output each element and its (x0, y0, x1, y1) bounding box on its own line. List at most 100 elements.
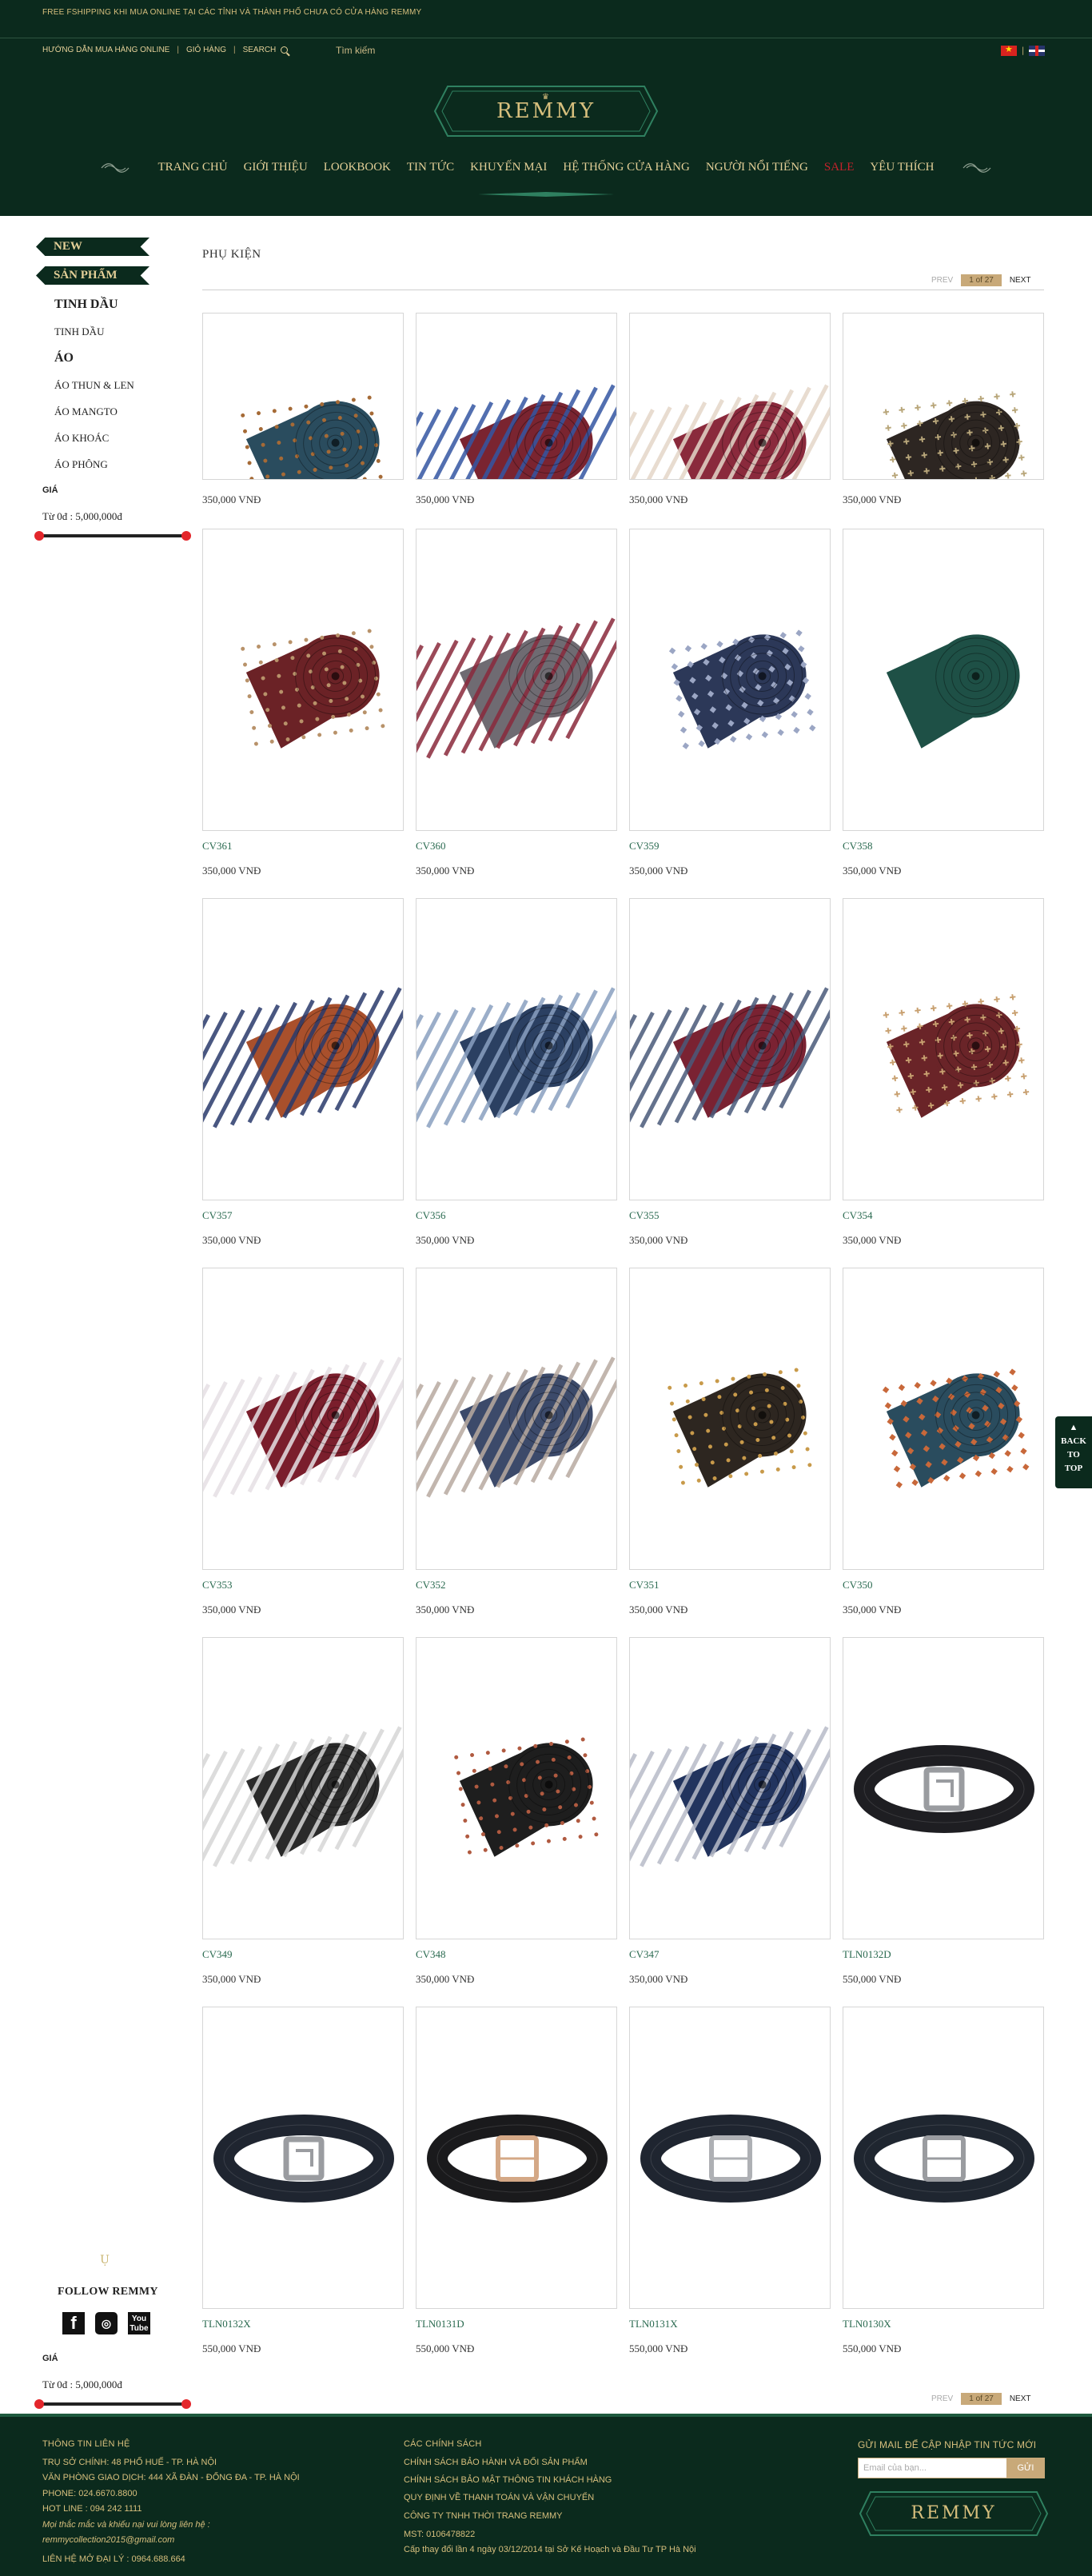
sidebar-new[interactable]: NEW (36, 238, 149, 256)
policy-link[interactable]: CHÍNH SÁCH BẢO MẬT THÔNG TIN KHÁCH HÀNG (404, 2475, 612, 2485)
instagram-icon[interactable]: ◎ (95, 2312, 118, 2334)
nav-celebrities[interactable]: NGƯỜI NỔI TIẾNG (706, 161, 808, 174)
product-code[interactable]: TLN0131X (629, 2318, 678, 2330)
search-icon[interactable] (281, 46, 289, 54)
product-code[interactable]: CV352 (416, 1579, 446, 1592)
product-code[interactable]: CV356 (416, 1209, 446, 1222)
tie-graphic (630, 381, 830, 479)
back-to-top-button[interactable]: ▲ BACK TO TOP (1055, 1416, 1092, 1488)
product-price: 350,000 VNĐ (629, 493, 688, 505)
price-slider-bottom[interactable] (34, 2399, 191, 2409)
nav-promotions[interactable]: KHUYẾN MẠI (470, 161, 547, 174)
product-image[interactable] (629, 898, 831, 1200)
product-image[interactable] (202, 1637, 404, 1939)
product-image[interactable] (416, 313, 617, 480)
product-code[interactable]: CV359 (629, 840, 660, 853)
product-code[interactable]: CV347 (629, 1948, 660, 1961)
product-image[interactable] (416, 898, 617, 1200)
product-image[interactable] (629, 1268, 831, 1570)
facebook-icon[interactable]: f (62, 2312, 85, 2334)
svg-text:✚: ✚ (1006, 1090, 1014, 1100)
sidebar-products[interactable]: SẢN PHẨM (36, 266, 149, 285)
sidebar-item-tinh-dau[interactable]: TINH DẦU (54, 298, 118, 312)
search-input[interactable] (336, 42, 448, 58)
product-image[interactable] (843, 1637, 1044, 1939)
product-code[interactable]: TLN0132X (202, 2318, 251, 2330)
product-image[interactable] (629, 2007, 831, 2309)
policy-link[interactable]: QUY ĐỊNH VỀ THANH TOÁN VÀ VẬN CHUYỂN (404, 2493, 594, 2502)
product-image[interactable] (202, 313, 404, 480)
nav-lookbook[interactable]: LOOKBOOK (324, 161, 391, 174)
youtube-icon[interactable]: You Tube (128, 2312, 150, 2334)
nav-favorites[interactable]: YÊU THÍCH (870, 161, 934, 174)
product-image[interactable] (629, 1637, 831, 1939)
nav-sale[interactable]: SALE (824, 161, 855, 174)
product-image[interactable] (202, 1268, 404, 1570)
product-image[interactable] (202, 898, 404, 1200)
contact-email[interactable]: remmycollection2015@gmail.com (42, 2535, 174, 2545)
product-image[interactable] (629, 313, 831, 480)
price-slider-min-handle[interactable] (34, 2399, 44, 2409)
price-slider-max-handle[interactable] (181, 2399, 191, 2409)
product-image[interactable] (843, 2007, 1044, 2309)
product-image[interactable] (629, 529, 831, 831)
sidebar-item-ao-khoac[interactable]: ÁO KHOÁC (54, 432, 109, 445)
price-slider[interactable] (34, 531, 191, 541)
product-image[interactable] (416, 1637, 617, 1939)
nav-home[interactable]: TRANG CHỦ (157, 161, 227, 174)
product-code[interactable]: CV353 (202, 1579, 233, 1592)
product-code[interactable]: CV349 (202, 1948, 233, 1961)
product-code[interactable]: CV358 (843, 840, 873, 853)
svg-text:✚: ✚ (977, 395, 985, 405)
pager-prev[interactable]: PREV (931, 276, 953, 285)
pager-next[interactable]: NEXT (1010, 276, 1031, 285)
product-code[interactable]: TLN0130X (843, 2318, 891, 2330)
price-slider-max-handle[interactable] (181, 531, 191, 541)
product-image[interactable] (202, 529, 404, 831)
nav-stores[interactable]: HỆ THỐNG CỬA HÀNG (563, 161, 689, 174)
svg-text:✚: ✚ (914, 1007, 922, 1016)
nav-about[interactable]: GIỚI THIỆU (244, 161, 308, 174)
sidebar-item-ao-phong[interactable]: ÁO PHÔNG (54, 458, 108, 471)
product-code[interactable]: CV360 (416, 840, 446, 853)
policy-link[interactable]: CHÍNH SÁCH BẢO HÀNH VÀ ĐỔI SẢN PHẨM (404, 2458, 588, 2467)
product-image[interactable] (416, 1268, 617, 1570)
product-code[interactable]: CV354 (843, 1209, 873, 1222)
product-code[interactable]: CV355 (629, 1209, 660, 1222)
product-code[interactable]: TLN0131D (416, 2318, 464, 2330)
product-image[interactable]: ✚ ✚ ✚ ✚ ✚ ✚ ✚ ✚ ✚ ✚ ✚ ✚ ✚ ✚ ✚ ✚ ✚ ✚ ✚ ✚ ✚ ✚ ✚ ✚ ✚ ✚ ✚ ✚ ✚ ✚ ✚ ✚ ✚ ✚ ✚ ✚ ✚ ✚ ✚ ✚… (843, 898, 1044, 1200)
price-slider-min-handle[interactable] (34, 531, 44, 541)
footer-logo[interactable]: REMMY (858, 2489, 1050, 2538)
product-code[interactable]: CV361 (202, 840, 233, 853)
site-logo[interactable]: ♛ REMMY (432, 83, 660, 139)
product-code[interactable]: CV348 (416, 1948, 446, 1961)
product-image[interactable] (202, 2007, 404, 2309)
cart-link[interactable]: GIỎ HÀNG (186, 46, 226, 54)
product-image[interactable] (843, 529, 1044, 831)
search-link[interactable]: SEARCH (243, 46, 277, 54)
pager-next[interactable]: NEXT (1010, 2394, 1031, 2403)
product-code[interactable]: TLN0132D (843, 1948, 891, 1961)
product-image[interactable]: ✚ ✚ ✚ ✚ ✚ ✚ ✚ ✚ ✚ ✚ ✚ ✚ ✚ ✚ ✚ ✚ ✚ ✚ ✚ ✚ ✚ ✚ ✚ ✚ ✚ ✚ ✚ ✚ ✚ ✚ ✚ ✚ ✚ ✚ ✚ ✚ ✚ ✚ ✚ ✚… (843, 313, 1044, 480)
buy-guide-link[interactable]: HƯỚNG DẪN MUA HÀNG ONLINE (42, 46, 169, 54)
uk-flag-icon[interactable] (1029, 46, 1046, 56)
sidebar-item-ao-mangto[interactable]: ÁO MANGTO (54, 405, 118, 418)
product-image[interactable] (416, 529, 617, 831)
sidebar-item-ao-thun-len[interactable]: ÁO THUN & LEN (54, 379, 134, 392)
product-price: 350,000 VNĐ (202, 493, 261, 505)
product-code[interactable]: CV357 (202, 1209, 233, 1222)
product-price: 350,000 VNĐ (843, 1234, 902, 1246)
product-price: 350,000 VNĐ (843, 865, 902, 877)
newsletter-email-input[interactable] (858, 2458, 1008, 2478)
product-image[interactable] (416, 2007, 617, 2309)
svg-text:✚: ✚ (988, 1076, 996, 1086)
sidebar-item-tinh-dau-sub[interactable]: TINH DẦU (54, 325, 104, 338)
product-code[interactable]: CV351 (629, 1579, 660, 1592)
nav-news[interactable]: TIN TỨC (407, 161, 454, 174)
vietnam-flag-icon[interactable] (1001, 44, 1017, 56)
sidebar-item-ao[interactable]: ÁO (54, 351, 74, 365)
product-code[interactable]: CV350 (843, 1579, 873, 1592)
newsletter-submit-button[interactable]: GỬI (1006, 2458, 1045, 2478)
product-image[interactable] (843, 1268, 1044, 1570)
pager-prev[interactable]: PREV (931, 2394, 953, 2403)
